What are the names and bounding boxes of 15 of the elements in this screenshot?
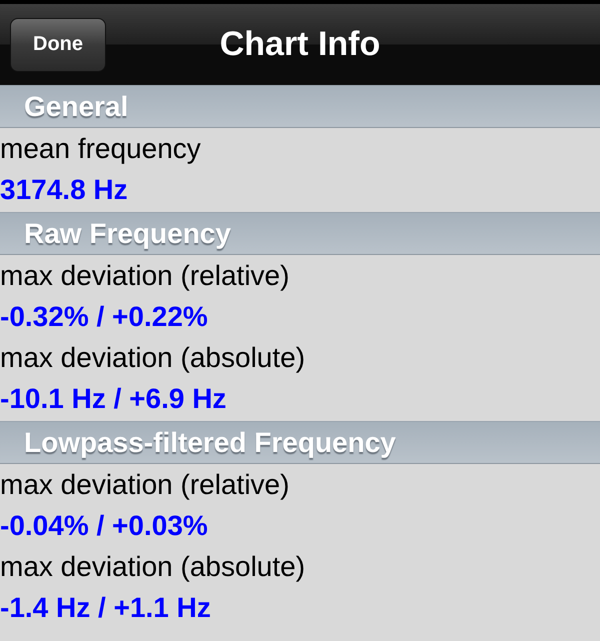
item-value: -1.4 Hz / +1.1 Hz	[0, 591, 211, 625]
item-label: max deviation (relative)	[0, 468, 290, 502]
item-value: 3174.8 Hz	[0, 173, 128, 207]
item-value: -0.32% / +0.22%	[0, 300, 208, 334]
section-title: General	[24, 90, 128, 122]
done-button[interactable]: Done	[10, 18, 106, 72]
item-value: -0.04% / +0.03%	[0, 509, 208, 543]
item-label: max deviation (relative)	[0, 259, 290, 293]
section-title: Raw Frequency	[24, 218, 231, 250]
item-label: mean frequency	[0, 132, 201, 166]
nav-title: Chart Info	[220, 25, 380, 64]
section-title: Lowpass-filtered Frequency	[24, 426, 396, 458]
item-value: -10.1 Hz / +6.9 Hz	[0, 382, 226, 416]
item-label: max deviation (absolute)	[0, 550, 306, 584]
item-label: max deviation (absolute)	[0, 341, 306, 375]
